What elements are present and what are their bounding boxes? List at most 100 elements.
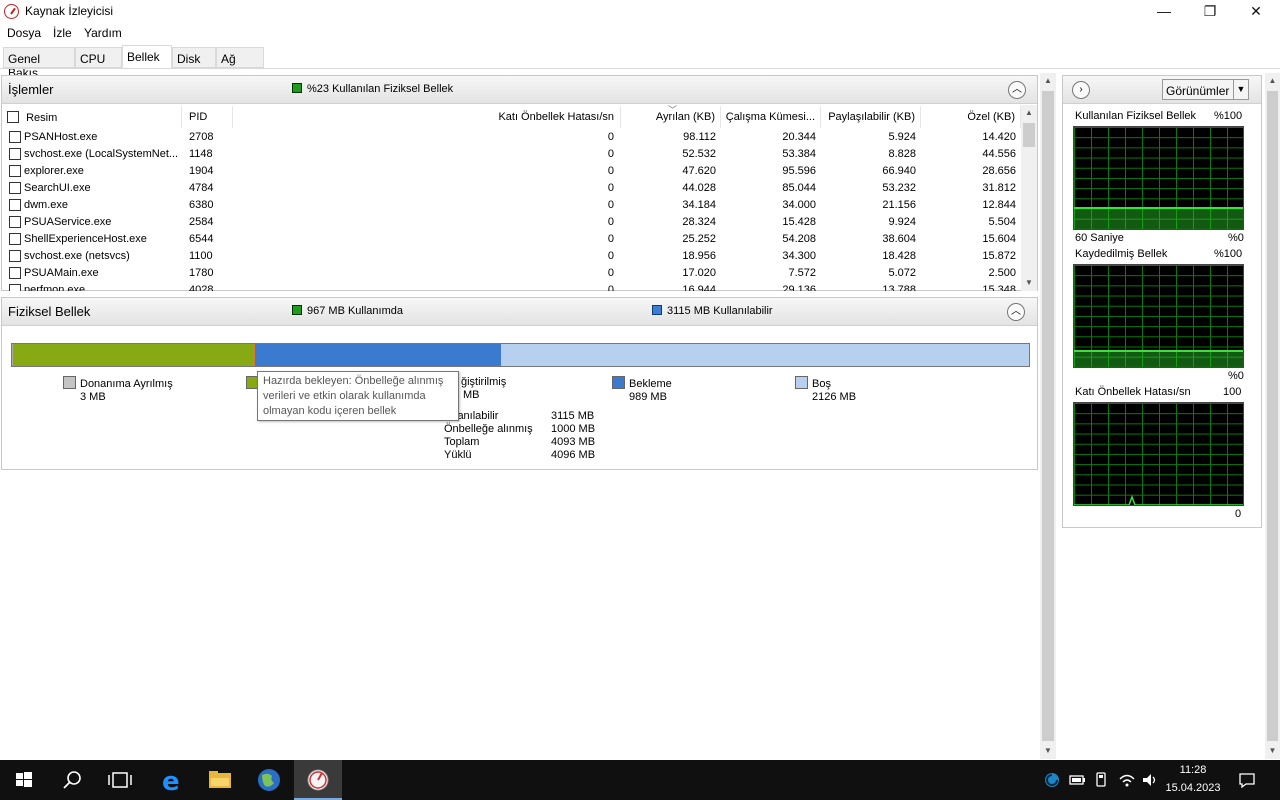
start-button[interactable]	[0, 760, 48, 800]
volume-icon[interactable]	[1141, 771, 1159, 789]
process-commit: 28.324	[682, 216, 716, 228]
process-list-scrollbar[interactable]: ▲ ▼	[1021, 105, 1037, 291]
tab-memory[interactable]: Bellek	[122, 45, 172, 68]
tab-overview[interactable]: Genel Bakış	[3, 47, 75, 80]
row-checkbox[interactable]	[9, 216, 21, 228]
row-checkbox[interactable]	[9, 233, 21, 245]
main-scrollbar[interactable]: ▲ ▼	[1040, 73, 1056, 759]
table-row[interactable]: PSUAMain.exe 1780 0 17.020 7.572 5.072 2.500	[2, 265, 1020, 282]
row-checkbox[interactable]	[9, 182, 21, 194]
process-pid: 1148	[189, 148, 213, 160]
table-row[interactable]: explorer.exe 1904 0 47.620 95.596 66.940 28.65…	[2, 163, 1020, 180]
physical-memory-panel-header[interactable]: Fiziksel Bellek 967 MB Kullanımda 3115 M…	[2, 298, 1037, 326]
legend-modified: ğiştirilmiş MB	[461, 376, 507, 401]
main-scroll-thumb[interactable]	[1042, 91, 1054, 741]
maximize-button[interactable]: ❐	[1187, 0, 1233, 22]
process-pid: 6380	[189, 199, 214, 211]
stat-cached-value: 1000 MB	[551, 423, 596, 435]
edge-browser-button[interactable]: e	[148, 760, 196, 800]
resource-monitor-taskbar-button[interactable]	[294, 760, 342, 800]
column-header-hard-faults[interactable]: Katı Önbellek Hatası/sn	[233, 106, 621, 128]
column-header-working-set[interactable]: Çalışma Kümesi...	[721, 106, 821, 128]
side-scroll-up-icon[interactable]: ▲	[1265, 73, 1280, 89]
resource-monitor-icon	[307, 769, 329, 791]
views-dropdown[interactable]: Görünümler ▼	[1162, 79, 1249, 100]
process-image: PSANHost.exe	[24, 131, 98, 143]
search-button[interactable]	[48, 760, 96, 800]
table-row[interactable]: svchost.exe (LocalSystemNet... 1148 0 52.53…	[2, 146, 1020, 163]
expand-side-panel-button[interactable]: ›	[1072, 81, 1090, 99]
clock-time[interactable]: 11:28	[1160, 764, 1226, 776]
processes-panel-header[interactable]: İşlemler %23 Kullanılan Fiziksel Bellek …	[2, 76, 1037, 104]
tab-network[interactable]: Ağ	[216, 47, 264, 68]
notifications-icon[interactable]	[1238, 771, 1256, 789]
table-row[interactable]: dwm.exe 6380 0 34.184 34.000 21.156 12.844	[2, 197, 1020, 214]
process-hard-faults: 0	[607, 182, 614, 194]
process-pid: 2708	[189, 131, 214, 143]
table-row[interactable]: perfmon.exe 4028 0 16.944 29.136 13.788 15.348	[2, 282, 1020, 291]
network-globe-button[interactable]	[246, 760, 294, 800]
stat-installed-label: Yüklü	[444, 449, 472, 461]
process-shareable: 9.924	[888, 216, 916, 228]
physical-memory-usage-summary: %23 Kullanılan Fiziksel Bellek	[292, 83, 453, 95]
process-shareable: 21.156	[882, 199, 916, 211]
chevron-down-icon: ▼	[1233, 80, 1248, 99]
process-private: 15.872	[982, 250, 1016, 262]
process-shareable: 38.604	[882, 233, 916, 245]
column-header-image[interactable]: Resim	[7, 106, 182, 128]
scroll-thumb[interactable]	[1023, 123, 1035, 147]
column-header-pid[interactable]: PID	[189, 106, 233, 128]
graph-min-committed: %0	[1228, 370, 1244, 382]
menu-file[interactable]: Dosya	[7, 26, 41, 40]
usb-drive-icon[interactable]	[1093, 771, 1109, 789]
tab-cpu[interactable]: CPU	[75, 47, 122, 68]
column-header-private[interactable]: Özel (KB)	[921, 106, 1021, 128]
side-scroll-down-icon[interactable]: ▼	[1265, 743, 1280, 759]
menu-monitor[interactable]: İzle	[53, 26, 72, 40]
stat-total-label: Toplam	[444, 436, 480, 448]
side-scroll-thumb[interactable]	[1267, 91, 1278, 741]
svg-text:e: e	[162, 767, 180, 797]
process-pid: 6544	[189, 233, 214, 245]
main-scroll-down-icon[interactable]: ▼	[1040, 743, 1056, 759]
process-working-set: 34.000	[782, 199, 816, 211]
battery-icon[interactable]	[1068, 772, 1086, 788]
process-pid: 1780	[189, 267, 214, 279]
graph-max-hard-faults: 100	[1223, 386, 1242, 398]
standby-segment[interactable]	[255, 344, 501, 366]
process-shareable: 13.788	[882, 284, 916, 291]
side-scrollbar[interactable]: ▲ ▼	[1265, 73, 1280, 759]
row-checkbox[interactable]	[9, 148, 21, 160]
close-button[interactable]: ✕	[1233, 0, 1279, 22]
row-checkbox[interactable]	[9, 284, 21, 291]
table-row[interactable]: PSANHost.exe 2708 0 98.112 20.344 5.924 14.420	[2, 129, 1020, 146]
column-header-commit[interactable]: ﹀ Ayrılan (KB)	[621, 105, 721, 128]
table-row[interactable]: ShellExperienceHost.exe 6544 0 25.252 54.208…	[2, 231, 1020, 248]
file-explorer-button[interactable]	[196, 760, 244, 800]
table-row[interactable]: SearchUI.exe 4784 0 44.028 85.044 53.232 31.81…	[2, 180, 1020, 197]
table-row[interactable]: svchost.exe (netsvcs) 1100 0 18.956 34.300 18…	[2, 248, 1020, 265]
processes-panel-title: İşlemler	[8, 82, 54, 97]
minimize-button[interactable]: —	[1141, 0, 1187, 22]
row-checkbox[interactable]	[9, 165, 21, 177]
row-checkbox[interactable]	[9, 199, 21, 211]
collapse-physical-memory-button[interactable]: ︿	[1007, 303, 1025, 321]
clock-date[interactable]: 15.04.2023	[1160, 782, 1226, 794]
task-view-button[interactable]	[96, 760, 144, 800]
row-checkbox[interactable]	[9, 131, 21, 143]
row-checkbox[interactable]	[9, 267, 21, 279]
scroll-down-icon[interactable]: ▼	[1021, 275, 1037, 291]
wifi-icon[interactable]	[1118, 771, 1136, 789]
scroll-up-icon[interactable]: ▲	[1021, 105, 1037, 121]
column-header-shareable[interactable]: Paylaşılabilir (KB)	[821, 106, 921, 128]
process-image: ShellExperienceHost.exe	[24, 233, 147, 245]
process-private: 15.348	[982, 284, 1016, 291]
collapse-processes-button[interactable]: ︿	[1008, 81, 1026, 99]
row-checkbox[interactable]	[9, 250, 21, 262]
table-row[interactable]: PSUAService.exe 2584 0 28.324 15.428 9.924 5.5…	[2, 214, 1020, 231]
tab-disk[interactable]: Disk	[172, 47, 216, 68]
main-scroll-up-icon[interactable]: ▲	[1040, 73, 1056, 89]
app-tray-icon[interactable]	[1043, 771, 1061, 789]
menu-help[interactable]: Yardım	[84, 26, 122, 40]
select-all-checkbox[interactable]	[7, 111, 19, 123]
